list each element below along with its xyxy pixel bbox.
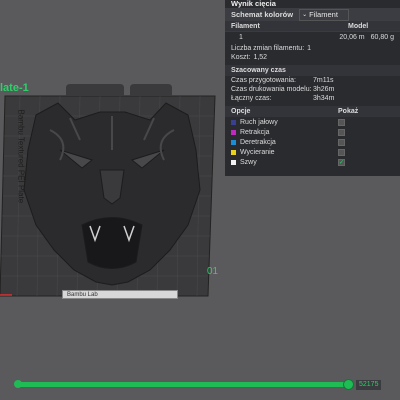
layer-slider-handle[interactable] (343, 379, 354, 390)
option-label-group: Szwy (231, 159, 338, 166)
color-scheme-value: Filament (309, 10, 338, 19)
chevron-down-icon: ⌄ (302, 12, 308, 18)
show-column-header: Pokaż (338, 108, 359, 115)
option-color-swatch (231, 129, 236, 135)
color-scheme-label: Schemat kolorów (231, 10, 294, 19)
option-show-checkbox[interactable] (338, 138, 345, 146)
option-show-checkbox[interactable] (338, 118, 345, 126)
filament-column-header: Filament (231, 22, 260, 30)
option-label: Retrakcja (240, 128, 270, 136)
option-label-group: Retrakcja (231, 129, 338, 136)
color-scheme-dropdown[interactable]: ⌄ Filament (299, 8, 349, 21)
option-label: Szwy (240, 158, 257, 166)
option-label-group: Ruch jałowy (231, 119, 338, 126)
plate-brand-strip: Bambu Lab (62, 290, 178, 299)
option-show-checkbox[interactable] (338, 128, 345, 136)
option-row: Retrakcja (225, 127, 400, 137)
filament-table-header: Filament Model (225, 21, 400, 31)
print-time-row: Czas drukowania modelu: 3h26m (225, 85, 400, 94)
model-column-header: Model (348, 22, 369, 30)
layer-value-readout: 52175 (356, 380, 382, 390)
options-header: Opcje Pokaż (225, 106, 400, 117)
filament-weight: 60,80 g (370, 33, 394, 41)
panel-title: Wynik cięcia (231, 0, 276, 8)
print-time-label: Czas drukowania modelu: (231, 86, 312, 93)
option-color-swatch (231, 159, 236, 165)
option-show-checkbox-checked[interactable]: ✓ (338, 158, 345, 166)
total-time-label: Łączny czas: (231, 95, 272, 102)
total-time-value: 3h34m (313, 95, 335, 102)
option-label-group: Deretrakcja (231, 139, 338, 146)
filament-change-value: 1 (307, 45, 312, 52)
cost-value: 1,52 (253, 54, 268, 61)
plate-type-text: Bambu Textured PEI Plate (16, 109, 26, 204)
prep-time-label: Czas przygotowania: (231, 77, 296, 84)
cost-label: Koszt: (231, 54, 251, 61)
slice-result-panel: Wynik cięcia Schemat kolorów ⌄ Filament … (225, 0, 400, 176)
filament-change-row: Liczba zmian filamentu: 1 (225, 44, 400, 53)
option-color-swatch (231, 119, 236, 125)
filament-length: 20,06 m (339, 33, 365, 41)
option-label: Wycieranie (240, 148, 275, 156)
color-scheme-header: Schemat kolorów ⌄ Filament (225, 8, 400, 21)
plate-name-label[interactable]: late-1 (0, 82, 29, 94)
option-row: Ruch jałowy (225, 117, 400, 127)
estimated-time-header: Szacowany czas (225, 65, 400, 76)
filament-change-label: Liczba zmian filamentu: (231, 45, 305, 52)
cost-row: Koszt: 1,52 (225, 53, 400, 62)
options-list: Ruch jałowy Retrakcja Deretrakcja Wycierani… (225, 117, 400, 167)
prep-time-value: 7m11s (313, 77, 334, 84)
option-row: Szwy ✓ (225, 157, 400, 167)
plate-number-label[interactable]: 01 (207, 266, 218, 277)
option-color-swatch (231, 149, 236, 155)
print-time-value: 3h26m (313, 86, 335, 93)
option-row: Deretrakcja (225, 137, 400, 147)
filament-index: 1 (239, 33, 243, 41)
option-color-swatch (231, 139, 236, 145)
option-label-group: Wycieranie (231, 149, 338, 156)
options-column-header: Opcje (231, 108, 251, 115)
option-show-checkbox[interactable] (338, 148, 345, 156)
layer-progress-slider[interactable] (17, 382, 353, 387)
filament-row: 1 20,06 m 60,80 g (225, 31, 400, 42)
total-time-row: Łączny czas: 3h34m (225, 94, 400, 103)
option-label: Deretrakcja (240, 138, 276, 146)
option-label: Ruch jałowy (240, 118, 278, 126)
option-row: Wycieranie (225, 147, 400, 157)
prep-time-row: Czas przygotowania: 7m11s (225, 76, 400, 85)
